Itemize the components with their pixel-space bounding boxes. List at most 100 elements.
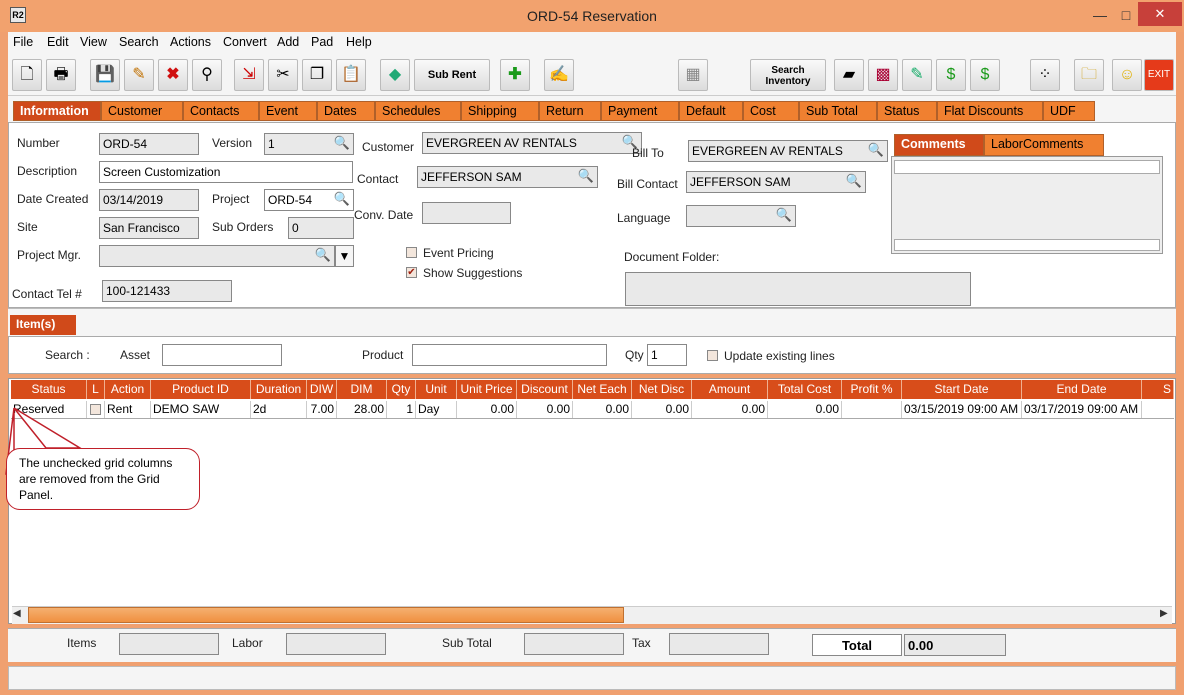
tab-status[interactable]: Status xyxy=(877,101,937,121)
menu-actions[interactable]: Actions xyxy=(170,35,211,49)
scrollbar-thumb[interactable] xyxy=(28,607,624,623)
grid-header-total-cost[interactable]: Total Cost xyxy=(768,380,842,399)
cell-diw[interactable]: 7.00 xyxy=(307,401,337,418)
grid-header-discount[interactable]: Discount xyxy=(517,380,573,399)
grid-header-status[interactable]: Status xyxy=(11,380,87,399)
payments-icon[interactable]: $ xyxy=(970,59,1000,91)
tab-dates[interactable]: Dates xyxy=(317,101,375,121)
money-icon[interactable]: $ xyxy=(936,59,966,91)
scroll-right-icon[interactable]: ▶ xyxy=(1160,608,1168,619)
cell-start-date[interactable]: 03/15/2019 09:00 AM xyxy=(902,401,1022,418)
chevron-down-icon[interactable]: ▼ xyxy=(335,245,354,267)
tab-event[interactable]: Event xyxy=(259,101,317,121)
search-icon[interactable]: 🔍 xyxy=(334,191,350,207)
grid-header-start-date[interactable]: Start Date xyxy=(902,380,1022,399)
menu-add[interactable]: Add xyxy=(277,35,299,49)
description-field[interactable]: Screen Customization xyxy=(99,161,353,183)
delete-icon[interactable]: ✖ xyxy=(158,59,188,91)
tab-flat-discounts[interactable]: Flat Discounts xyxy=(937,101,1043,121)
grid-header-amount[interactable]: Amount xyxy=(692,380,768,399)
maximize-button[interactable]: □ xyxy=(1112,4,1140,26)
project-mgr-field[interactable]: 🔍 xyxy=(99,245,335,267)
version-field[interactable]: 1 🔍 xyxy=(264,133,354,155)
cell-discount[interactable]: 0.00 xyxy=(517,401,573,418)
number-field[interactable]: ORD-54 xyxy=(99,133,199,155)
cut-icon[interactable]: ✂ xyxy=(268,59,298,91)
document-folder-field[interactable] xyxy=(625,272,971,306)
binoculars-icon[interactable]: ⚲ xyxy=(192,59,222,91)
grid-header-product-id[interactable]: Product ID xyxy=(151,380,251,399)
tab-cost[interactable]: Cost xyxy=(743,101,799,121)
calendar-icon[interactable]: ▦ xyxy=(678,59,708,91)
grid-header-duration[interactable]: Duration xyxy=(251,380,307,399)
menu-file[interactable]: File xyxy=(13,35,33,49)
new-document-icon[interactable]: 🗋 xyxy=(12,59,42,91)
cell-qty[interactable]: 1 xyxy=(387,401,416,418)
language-field[interactable]: 🔍 xyxy=(686,205,796,227)
conv-date-field[interactable] xyxy=(422,202,511,224)
search-icon[interactable]: 🔍 xyxy=(846,173,862,189)
search-inventory-button[interactable]: Search Inventory xyxy=(750,59,826,91)
grid-header-unit-price[interactable]: Unit Price xyxy=(457,380,517,399)
grid-header-net-disc[interactable]: Net Disc xyxy=(632,380,692,399)
bill-contact-field[interactable]: JEFFERSON SAM 🔍 xyxy=(686,171,866,193)
scanner-icon[interactable]: ▰ xyxy=(834,59,864,91)
cell-dim[interactable]: 28.00 xyxy=(337,401,387,418)
update-existing-checkbox[interactable] xyxy=(707,350,718,361)
tab-customer[interactable]: Customer xyxy=(101,101,183,121)
cell-unit-price[interactable]: 0.00 xyxy=(457,401,517,418)
grid-header-net-each[interactable]: Net Each xyxy=(573,380,632,399)
cell-product-id[interactable]: DEMO SAW xyxy=(151,401,251,418)
menu-edit[interactable]: Edit xyxy=(47,35,69,49)
tab-labor-comments[interactable]: LaborComments xyxy=(984,134,1104,156)
tab-items[interactable]: Item(s) xyxy=(10,315,76,335)
exit-button[interactable]: EXIT xyxy=(1144,59,1174,91)
checklist-icon[interactable]: ✍ xyxy=(544,59,574,91)
cell-total-cost[interactable]: 0.00 xyxy=(768,401,842,418)
cell-duration[interactable]: 2d xyxy=(251,401,307,418)
grid-header-diw[interactable]: DIW xyxy=(307,380,337,399)
search-icon[interactable]: 🔍 xyxy=(776,207,792,223)
menu-help[interactable]: Help xyxy=(346,35,372,49)
tab-comments[interactable]: Comments xyxy=(894,134,984,156)
contact-field[interactable]: JEFFERSON SAM 🔍 xyxy=(417,166,598,188)
minimize-button[interactable]: — xyxy=(1086,4,1114,26)
menu-convert[interactable]: Convert xyxy=(223,35,267,49)
balls-icon[interactable]: ⁘ xyxy=(1030,59,1060,91)
site-field[interactable]: San Francisco xyxy=(99,217,199,239)
menu-search[interactable]: Search xyxy=(119,35,159,49)
search-icon[interactable]: 🔍 xyxy=(315,247,331,263)
bill-to-field[interactable]: EVERGREEN AV RENTALS 🔍 xyxy=(688,140,888,162)
cell-amount[interactable]: 0.00 xyxy=(692,401,768,418)
tab-sub-total[interactable]: Sub Total xyxy=(799,101,877,121)
cell-net-disc[interactable]: 0.00 xyxy=(632,401,692,418)
smiley-icon[interactable]: ☺ xyxy=(1112,59,1142,91)
folder-icon[interactable]: 🗀 xyxy=(1074,59,1104,91)
tab-udf[interactable]: UDF xyxy=(1043,101,1095,121)
grid-header-s[interactable]: S xyxy=(1142,380,1174,399)
add-line-icon[interactable]: ✚ xyxy=(500,59,530,91)
tab-default[interactable]: Default xyxy=(679,101,743,121)
menu-view[interactable]: View xyxy=(80,35,107,49)
paste-icon[interactable]: 📋 xyxy=(336,59,366,91)
grid-header-unit[interactable]: Unit xyxy=(416,380,457,399)
customer-field[interactable]: EVERGREEN AV RENTALS 🔍 xyxy=(422,132,642,154)
qty-input[interactable]: 1 xyxy=(647,344,687,366)
grid-header-end-date[interactable]: End Date xyxy=(1022,380,1142,399)
scroll-left-icon[interactable]: ◀ xyxy=(13,608,21,619)
edit-pencil-icon[interactable]: ✎ xyxy=(124,59,154,91)
copy-icon[interactable]: ❐ xyxy=(302,59,332,91)
tab-schedules[interactable]: Schedules xyxy=(375,101,461,121)
cell-unit[interactable]: Day xyxy=(416,401,457,418)
print-icon[interactable]: 🖶 xyxy=(46,59,76,91)
tab-information[interactable]: Information xyxy=(13,101,101,121)
shapes-icon[interactable]: ◆ xyxy=(380,59,410,91)
asset-input[interactable] xyxy=(162,344,282,366)
cell-profit[interactable] xyxy=(842,401,902,418)
tab-payment[interactable]: Payment xyxy=(601,101,679,121)
cell-end-date[interactable]: 03/17/2019 09:00 AM xyxy=(1022,401,1142,418)
contact-tel-field[interactable]: 100-121433 xyxy=(102,280,232,302)
close-button[interactable]: ✕ xyxy=(1138,2,1182,26)
sub-rent-button[interactable]: Sub Rent xyxy=(414,59,490,91)
tab-return[interactable]: Return xyxy=(539,101,601,121)
